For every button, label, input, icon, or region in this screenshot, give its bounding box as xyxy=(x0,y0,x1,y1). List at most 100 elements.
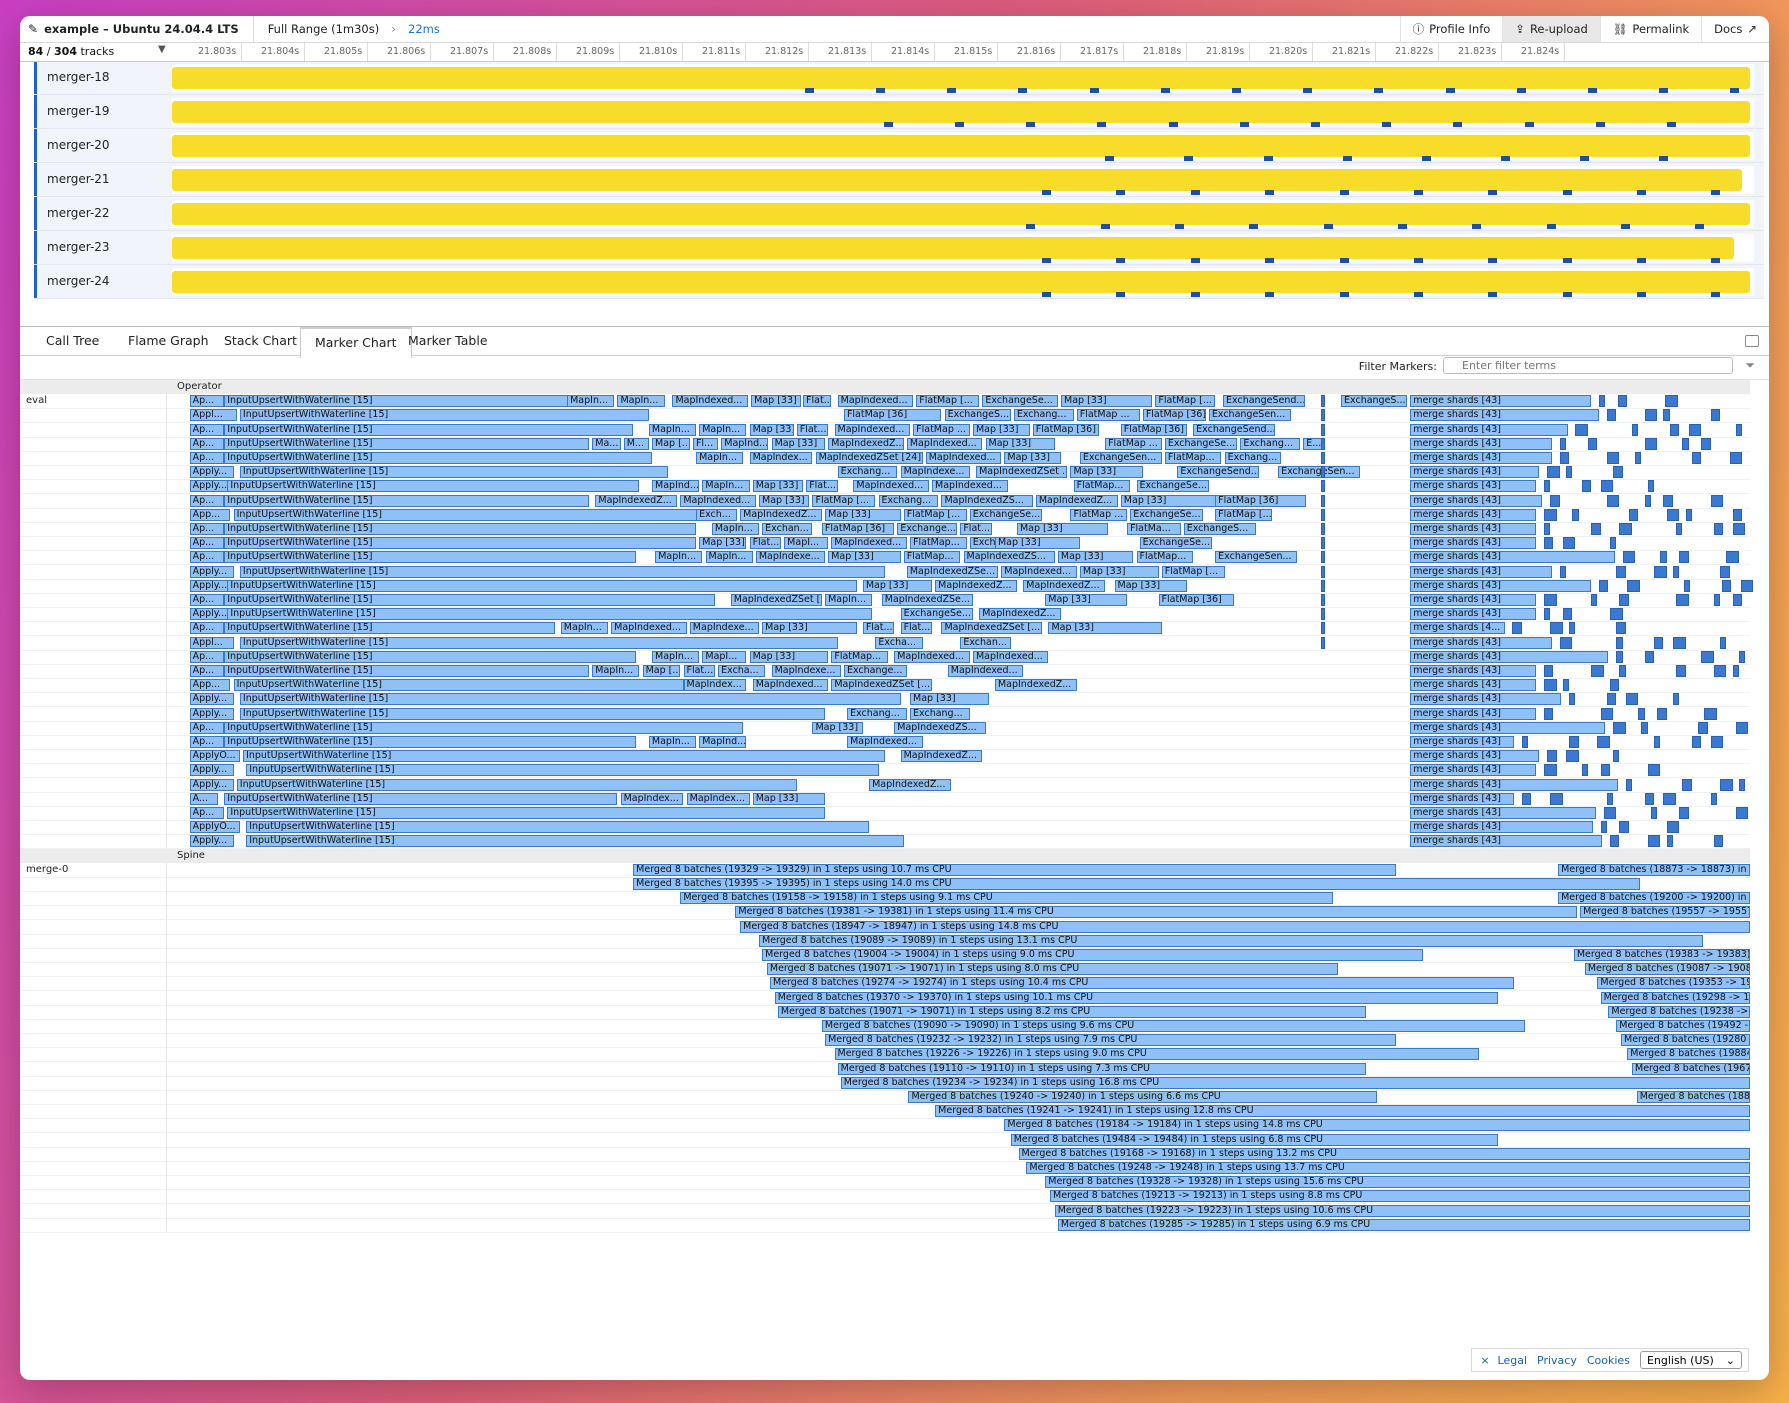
marker-bar[interactable] xyxy=(1663,792,1677,805)
marker-bar[interactable]: ExchangeSe... xyxy=(1164,437,1238,450)
marker-bar[interactable] xyxy=(1644,650,1655,663)
marker-bar[interactable] xyxy=(1591,665,1604,677)
track-activity-graph[interactable] xyxy=(172,98,1754,127)
marker-bar[interactable]: MapIndexed... xyxy=(972,650,1049,663)
marker-bar[interactable]: MapIndexed... xyxy=(837,395,914,408)
marker-bar[interactable] xyxy=(1682,437,1689,450)
marker-bar[interactable] xyxy=(1647,480,1655,493)
marker-bar[interactable]: Merged 8 batches (19381 -> 19381) in 1 s… xyxy=(735,906,1577,919)
marker-bar[interactable] xyxy=(1616,565,1626,578)
marker-bar[interactable]: FlatMap [36] xyxy=(821,523,895,535)
marker-bar[interactable]: Ap... xyxy=(189,437,225,450)
marker-bar[interactable]: Map [33] xyxy=(825,508,901,521)
marker-bar[interactable]: Map [33] xyxy=(812,721,863,734)
marker-bar[interactable]: InputUpsertWithWaterline [15] xyxy=(227,579,857,592)
track-label[interactable]: merger-23 xyxy=(34,231,170,264)
marker-chart[interactable]: Operator eval Ap... InputUpsertWithWaterlin… xyxy=(20,380,1769,1380)
marker-bar[interactable]: InputUpsertWithWaterline [15] xyxy=(224,792,618,805)
marker-bar[interactable] xyxy=(1660,551,1667,564)
marker-bar[interactable]: InputUpsertWithWaterline [15] xyxy=(224,650,637,663)
marker-bar[interactable]: MapIn... xyxy=(648,423,697,436)
marker-bar[interactable]: merge shards [43] xyxy=(1410,437,1552,450)
permalink-button[interactable]: ⛓ Permalink xyxy=(1599,16,1701,42)
filter-input[interactable] xyxy=(1443,357,1733,374)
marker-bar[interactable]: FlatMap [... xyxy=(1155,395,1216,408)
track-marker[interactable] xyxy=(1621,224,1631,229)
track-marker[interactable] xyxy=(1249,224,1259,229)
marker-bar[interactable]: MapIndexed... xyxy=(752,679,829,692)
track-marker[interactable] xyxy=(1546,224,1556,229)
marker-bar[interactable] xyxy=(1600,480,1614,493)
track-marker[interactable] xyxy=(1516,88,1526,93)
marker-bar[interactable]: MapIndex... xyxy=(686,792,750,805)
track-row[interactable]: merger-20 xyxy=(34,129,1764,163)
marker-bar[interactable]: MapIn... xyxy=(711,523,759,535)
marker-bar[interactable]: merge shards [43] xyxy=(1410,579,1592,592)
marker-bar[interactable] xyxy=(1721,579,1732,592)
marker-bar[interactable]: MapI... xyxy=(784,537,829,550)
marker-bar[interactable] xyxy=(1701,650,1714,663)
marker-bar[interactable]: Flat... xyxy=(796,423,829,436)
marker-bar[interactable]: Apply... xyxy=(189,707,234,720)
marker-bar[interactable]: merge shards [43] xyxy=(1410,807,1596,819)
marker-bar[interactable] xyxy=(1543,608,1551,621)
track-activity-graph[interactable] xyxy=(172,268,1754,297)
marker-bar[interactable]: merge shards [43] xyxy=(1410,750,1540,763)
marker-bar[interactable] xyxy=(1647,764,1661,777)
marker-bar[interactable]: Exchange... xyxy=(843,665,907,677)
tab-stack-chart[interactable]: Stack Chart xyxy=(210,327,311,355)
marker-bar[interactable]: ExchangeSe... xyxy=(982,395,1058,408)
marker-bar[interactable] xyxy=(1691,452,1702,464)
marker-bar[interactable]: Map [33] xyxy=(699,537,747,550)
marker-bar[interactable]: MapIndexed... xyxy=(894,650,970,663)
marker-bar[interactable]: MapIndexedZS... xyxy=(894,721,986,734)
marker-bar[interactable]: MapIndexed... xyxy=(947,665,1024,677)
track-marker[interactable] xyxy=(1636,292,1646,297)
marker-bar[interactable]: MapIndexedZ... xyxy=(900,750,983,763)
marker-bar[interactable]: Excha... xyxy=(875,636,923,649)
marker-bar[interactable]: Appl... xyxy=(189,409,237,422)
marker-bar[interactable]: ApplyO... xyxy=(189,750,240,763)
marker-bar[interactable]: Merged 8 batches (18947 -> 18947) in 1 s… xyxy=(740,920,1750,933)
marker-bar[interactable]: Map [33] xyxy=(994,537,1080,550)
marker-bar[interactable] xyxy=(1606,452,1620,464)
marker-bar[interactable] xyxy=(1569,736,1579,748)
marker-bar[interactable] xyxy=(1613,721,1626,734)
marker-bar[interactable]: Merged 8 batches (19248 -> 19248) in 1 s… xyxy=(1026,1162,1750,1174)
marker-bar[interactable]: MapIndexedZ... xyxy=(595,494,678,507)
marker-bar[interactable]: InputUpsertWithWaterline [15] xyxy=(224,736,637,748)
marker-bar[interactable]: Merged 8 batches (19370 -> 19370) in 1 s… xyxy=(774,991,1499,1004)
track-marker[interactable] xyxy=(1711,292,1721,297)
marker-bar[interactable]: MapIn... xyxy=(617,395,665,408)
marker-bar[interactable] xyxy=(1320,594,1326,606)
marker-bar[interactable] xyxy=(1559,437,1566,450)
marker-bar[interactable]: FlatMap [36] xyxy=(1120,423,1187,436)
marker-bar[interactable]: MapIn... xyxy=(825,594,873,606)
marker-bar[interactable]: Apply... xyxy=(189,693,234,706)
marker-bar[interactable]: Map [33] xyxy=(1070,466,1143,479)
marker-bar[interactable]: FlatMap... xyxy=(1136,551,1194,564)
marker-bar[interactable]: InputUpsertWithWaterline [15] xyxy=(224,395,590,408)
marker-bar[interactable] xyxy=(1598,395,1606,408)
track-marker[interactable] xyxy=(1472,224,1482,229)
marker-bar[interactable] xyxy=(1320,579,1326,592)
marker-bar[interactable]: MapIndexedZS... xyxy=(963,551,1055,564)
marker-bar[interactable]: FlatMap... xyxy=(1164,452,1222,464)
track-marker[interactable] xyxy=(1042,292,1052,297)
profile-title[interactable]: example – Ubuntu 24.04.4 LTS xyxy=(44,22,239,36)
marker-bar[interactable] xyxy=(1543,679,1557,692)
marker-bar[interactable]: Merged 8 batches (19285 -> 19285) in 1 s… xyxy=(1057,1218,1750,1231)
marker-bar[interactable]: Apply... xyxy=(189,466,234,479)
marker-bar[interactable]: MapIn... xyxy=(560,622,608,635)
marker-bar[interactable] xyxy=(1562,679,1570,692)
marker-bar[interactable] xyxy=(1320,636,1326,649)
marker-bar[interactable]: MapIndexedZ... xyxy=(935,579,1017,592)
marker-bar[interactable]: InputUpsertWithWaterline [15] xyxy=(227,480,640,493)
marker-bar[interactable] xyxy=(1320,622,1326,635)
marker-bar[interactable]: MapI... xyxy=(702,650,747,663)
marker-bar[interactable] xyxy=(1647,835,1661,848)
marker-bar[interactable] xyxy=(1521,736,1529,748)
marker-bar[interactable] xyxy=(1565,750,1579,763)
marker-bar[interactable]: MapIndexed... xyxy=(925,452,1002,464)
marker-bar[interactable]: MapIn... xyxy=(652,650,700,663)
